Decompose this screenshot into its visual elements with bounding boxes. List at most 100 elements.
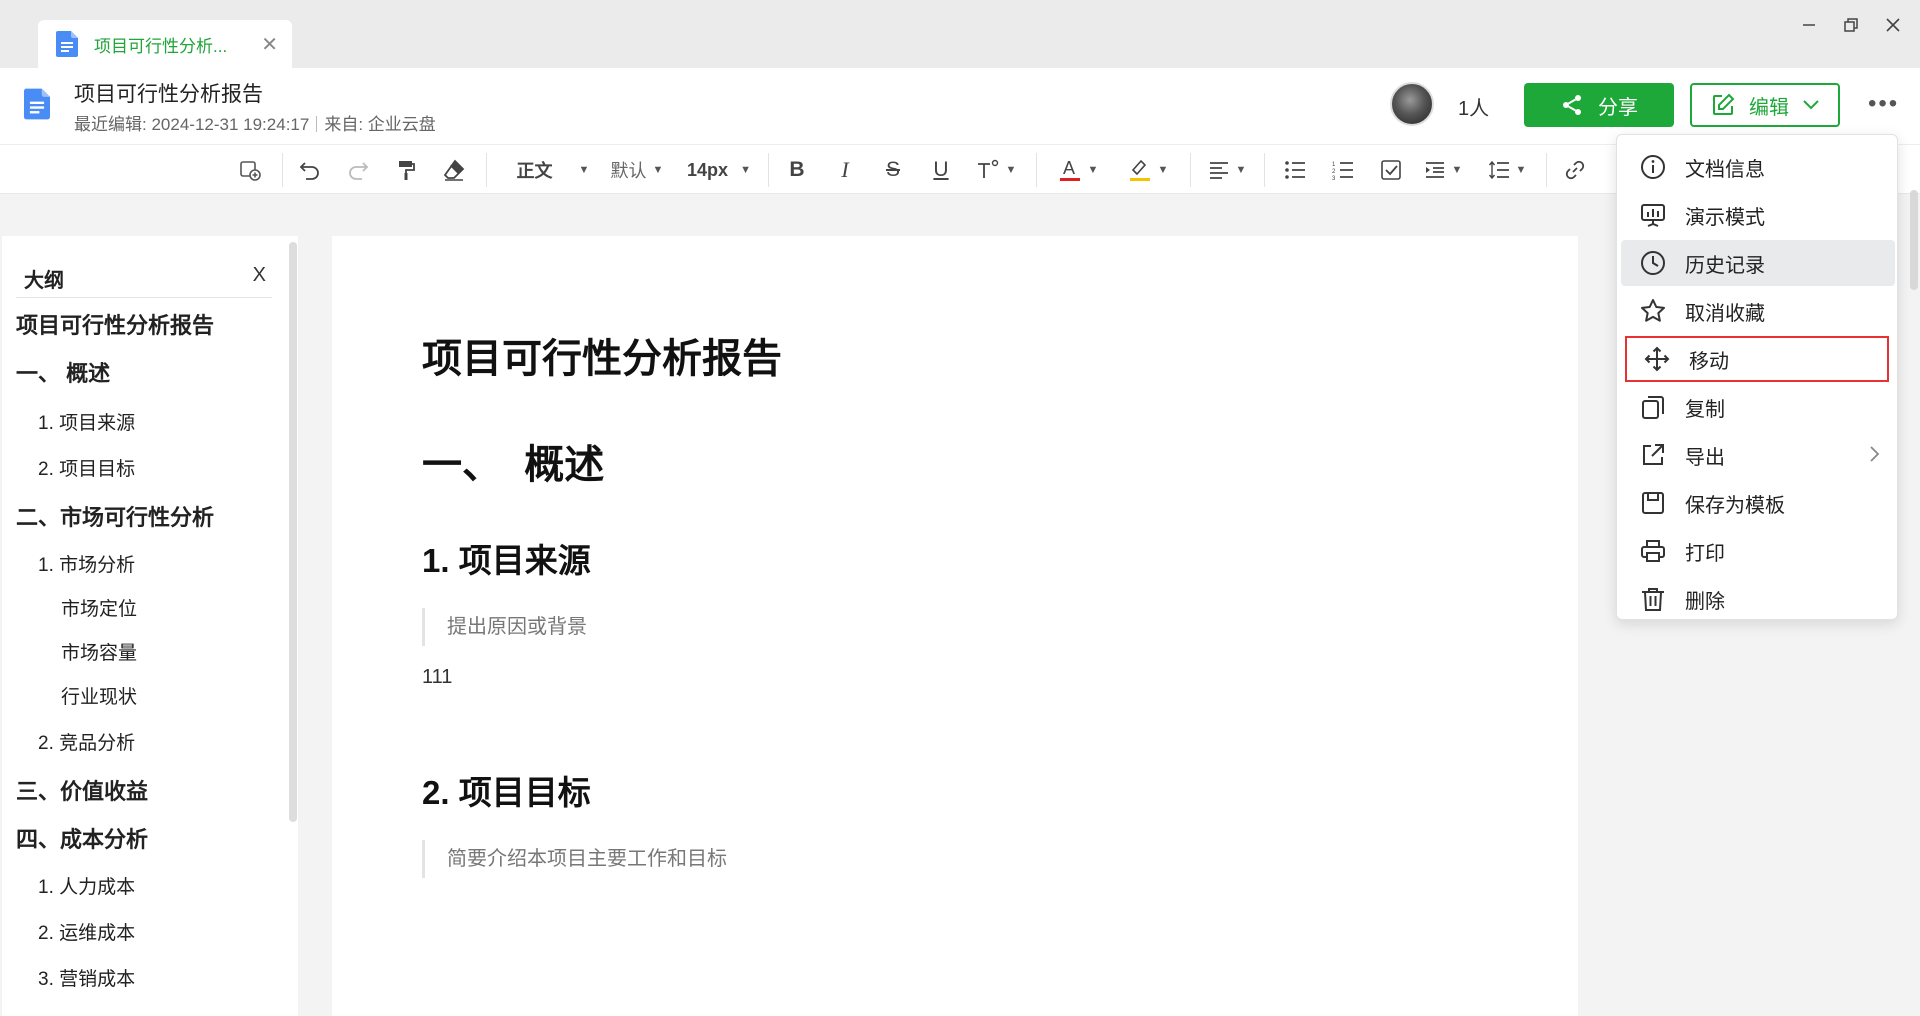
- page-scrollbar[interactable]: [1910, 190, 1918, 290]
- template-icon: [1642, 492, 1664, 514]
- bold-icon[interactable]: B: [782, 156, 812, 184]
- outline-item[interactable]: 二、市场可行性分析: [16, 500, 214, 532]
- insert-icon[interactable]: [234, 156, 266, 184]
- doc-quote: 简要介绍本项目主要工作和目标: [422, 840, 727, 878]
- menu-item-save-template[interactable]: 保存为模板: [1621, 480, 1895, 526]
- menu-item-label: 移动: [1689, 350, 1729, 373]
- outline-item[interactable]: 1. 项目来源: [38, 408, 135, 435]
- italic-icon[interactable]: I: [830, 156, 860, 184]
- doc-paragraph: 111: [422, 666, 453, 688]
- edit-label: 编辑: [1749, 96, 1789, 119]
- line-spacing-icon[interactable]: ▼: [1482, 156, 1532, 184]
- caret-down-icon: ▼: [1157, 164, 1169, 176]
- menu-item-label: 打印: [1685, 542, 1725, 565]
- document-page[interactable]: 项目可行性分析报告 一、 概述 1. 项目来源 提出原因或背景 111 2. 项…: [332, 236, 1578, 1016]
- collaborator-count[interactable]: 1人: [1458, 92, 1489, 121]
- share-button[interactable]: 分享: [1524, 83, 1674, 127]
- menu-item-presentation[interactable]: 演示模式: [1621, 192, 1895, 238]
- font-select[interactable]: 默认 ▼: [606, 156, 668, 184]
- superscript-icon[interactable]: ▼: [970, 156, 1022, 184]
- link-icon[interactable]: [1560, 156, 1590, 184]
- restore-icon[interactable]: [1836, 10, 1866, 40]
- info-icon: [1641, 155, 1665, 179]
- font-color-icon[interactable]: A ▼: [1050, 156, 1106, 184]
- menu-item-label: 导出: [1685, 446, 1725, 469]
- print-icon: [1641, 540, 1665, 562]
- menu-item-move[interactable]: 移动: [1625, 336, 1889, 382]
- outline-item[interactable]: 四、成本分析: [16, 822, 148, 854]
- svg-text:A: A: [1063, 158, 1075, 178]
- menu-item-print[interactable]: 打印: [1621, 528, 1895, 574]
- menu-item-history[interactable]: 历史记录: [1621, 240, 1895, 286]
- doc-heading-2: 1. 项目来源: [422, 542, 591, 579]
- clear-format-icon[interactable]: [438, 156, 470, 184]
- font-size-select[interactable]: 14px ▼: [684, 156, 754, 184]
- menu-item-export[interactable]: 导出: [1621, 432, 1895, 478]
- redo-icon[interactable]: [342, 156, 374, 184]
- edit-icon: [1713, 93, 1735, 115]
- bullet-list-icon[interactable]: [1280, 156, 1310, 184]
- undo-icon[interactable]: [294, 156, 326, 184]
- outline-item[interactable]: 3. 营销成本: [38, 964, 135, 991]
- outline-item[interactable]: 行业现状: [61, 682, 137, 709]
- doc-title: 项目可行性分析报告: [422, 337, 782, 381]
- numbered-list-icon[interactable]: 123: [1328, 156, 1358, 184]
- outline-scrollbar[interactable]: [289, 242, 297, 822]
- last-edited-label: 最近编辑:: [74, 115, 147, 134]
- outline-item[interactable]: 项目可行性分析报告: [16, 308, 214, 340]
- menu-item-doc-info[interactable]: 文档信息: [1621, 144, 1895, 190]
- caret-down-icon: ▼: [740, 164, 751, 176]
- outline-close-button[interactable]: X: [253, 264, 266, 287]
- outline-item[interactable]: 一、 概述: [16, 356, 110, 388]
- outline-item[interactable]: 三、价值收益: [16, 774, 148, 806]
- menu-item-label: 文档信息: [1685, 158, 1765, 181]
- document-icon: [56, 31, 78, 57]
- edit-button[interactable]: 编辑: [1690, 83, 1840, 127]
- align-icon[interactable]: ▼: [1202, 156, 1252, 184]
- share-icon: [1563, 95, 1581, 115]
- chevron-down-icon: [1803, 100, 1819, 110]
- underline-icon[interactable]: U: [926, 156, 956, 184]
- close-window-icon[interactable]: [1878, 10, 1908, 40]
- outline-item[interactable]: 1. 市场分析: [38, 550, 135, 577]
- more-options-icon[interactable]: •••: [1868, 90, 1899, 118]
- outline-item[interactable]: 2. 项目目标: [38, 454, 135, 481]
- menu-item-label: 演示模式: [1685, 206, 1765, 229]
- avatar[interactable]: [1390, 82, 1434, 126]
- svg-text:2: 2: [1332, 169, 1336, 175]
- more-options-menu: 文档信息 演示模式 历史记录 取消收藏 移动 复制 导出 保存为模板 打印 删除: [1616, 134, 1898, 620]
- caret-down-icon: ▼: [1087, 164, 1099, 176]
- menu-item-delete[interactable]: 删除: [1621, 576, 1895, 622]
- paragraph-style-value: 正文: [516, 161, 553, 181]
- share-label: 分享: [1598, 96, 1638, 119]
- outline-item[interactable]: 1. 人力成本: [38, 872, 135, 899]
- minimize-icon[interactable]: [1794, 10, 1824, 40]
- menu-item-label: 保存为模板: [1685, 494, 1785, 517]
- tab-title: 项目可行性分析...: [94, 36, 228, 56]
- indent-icon[interactable]: ▼: [1418, 156, 1468, 184]
- strikethrough-icon[interactable]: S: [878, 156, 908, 184]
- tab-bar: 项目可行性分析... ✕: [0, 0, 1920, 68]
- highlight-icon[interactable]: ▼: [1120, 156, 1176, 184]
- trash-icon: [1642, 588, 1664, 611]
- tab-close-icon[interactable]: ✕: [261, 32, 278, 57]
- format-painter-icon[interactable]: [390, 156, 422, 184]
- paragraph-style-select[interactable]: 正文 ▼: [510, 156, 596, 184]
- outline-item[interactable]: 2. 竞品分析: [38, 728, 135, 755]
- outline-item[interactable]: 2. 运维成本: [38, 918, 135, 945]
- menu-item-copy[interactable]: 复制: [1621, 384, 1895, 430]
- document-tab[interactable]: 项目可行性分析... ✕: [38, 20, 292, 68]
- caret-down-icon: ▼: [1005, 164, 1017, 176]
- svg-text:1: 1: [1332, 162, 1336, 168]
- last-edited-time: 2024-12-31 19:24:17: [151, 115, 310, 134]
- document-header: 项目可行性分析报告 最近编辑: 2024-12-31 19:24:17 来自: 企…: [0, 68, 1920, 144]
- outline-panel: 大纲 X 项目可行性分析报告 一、 概述 1. 项目来源 2. 项目目标 二、市…: [2, 236, 298, 1016]
- caret-down-icon: ▼: [1515, 164, 1527, 176]
- clock-icon: [1641, 251, 1665, 275]
- chevron-right-icon: [1870, 446, 1880, 462]
- menu-item-unfavorite[interactable]: 取消收藏: [1621, 288, 1895, 334]
- checklist-icon[interactable]: [1376, 156, 1406, 184]
- outline-item[interactable]: 市场定位: [61, 594, 137, 621]
- font-size-value: 14px: [687, 159, 729, 180]
- outline-item[interactable]: 市场容量: [61, 638, 137, 665]
